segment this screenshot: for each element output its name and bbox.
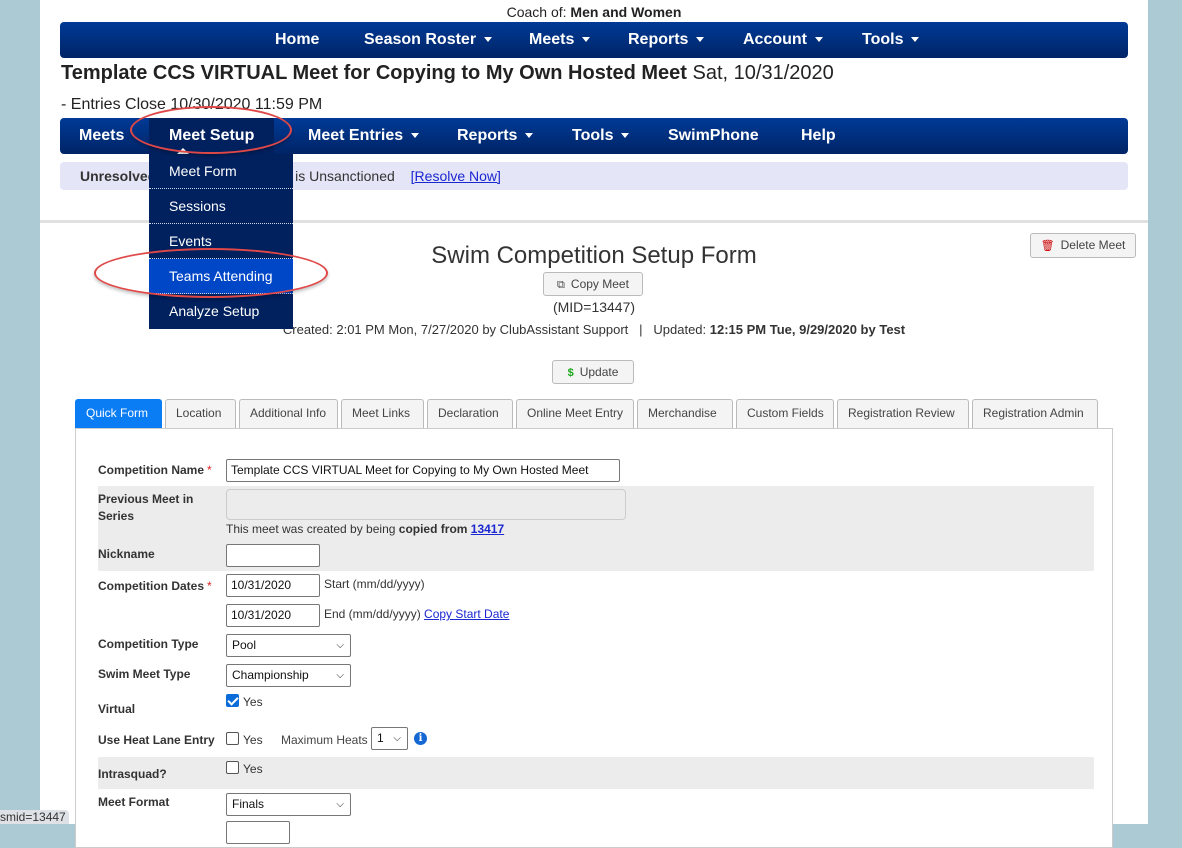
meet-nav-swimphone[interactable]: SwimPhone: [668, 118, 759, 154]
copy-meet-button[interactable]: ⧉ Copy Meet: [543, 272, 643, 296]
page-container: Coach of: Men and Women Home Season Rost…: [40, 0, 1148, 848]
caret-down-icon: [911, 37, 920, 43]
menu-item-meet-form[interactable]: Meet Form: [149, 154, 293, 189]
swim-meet-type-label: Swim Meet Type: [98, 667, 191, 681]
caret-down-icon: [815, 37, 823, 43]
row-intrasquad: Intrasquad? Yes: [98, 757, 1094, 789]
nav-meets[interactable]: Meets: [529, 22, 591, 58]
money-icon: $: [567, 367, 574, 379]
tab-declaration[interactable]: Declaration: [427, 399, 513, 428]
annotation-ellipse-meet-setup: [130, 106, 292, 154]
start-date-hint: Start (mm/dd/yyyy): [324, 577, 425, 591]
start-date-input[interactable]: 10/31/2020: [226, 574, 320, 597]
meet-nav-reports[interactable]: Reports: [457, 118, 534, 154]
tab-meet-links[interactable]: Meet Links: [341, 399, 424, 428]
status-bar-url: smid=13447: [0, 810, 69, 824]
chevron-down-icon: ⌵: [336, 640, 344, 651]
tab-merchandise[interactable]: Merchandise: [637, 399, 733, 428]
copied-from-link[interactable]: 13417: [471, 522, 504, 536]
tab-registration-review[interactable]: Registration Review: [837, 399, 969, 428]
caret-down-icon: [621, 133, 630, 139]
nickname-label: Nickname: [98, 547, 155, 561]
intrasquad-yes-label: Yes: [243, 762, 263, 776]
previous-meet-input[interactable]: [226, 489, 626, 520]
competition-name-input[interactable]: Template CCS VIRTUAL Meet for Copying to…: [226, 459, 620, 482]
row-swim-meet-type: Swim Meet Type Championship ⌵: [98, 663, 1094, 691]
quick-form-panel: Competition Name * Template CCS VIRTUAL M…: [75, 428, 1113, 848]
copy-icon: ⧉: [557, 279, 565, 291]
heat-lane-yes-label: Yes: [243, 733, 263, 747]
virtual-label: Virtual: [98, 702, 136, 716]
row-competition-type: Competition Type Pool ⌵: [98, 633, 1094, 661]
previous-meet-label: Previous Meet in Series: [98, 492, 194, 523]
row-virtual: Virtual Yes: [98, 693, 1094, 723]
maximum-heats-label: Maximum Heats: [281, 733, 368, 747]
end-date-hint: End (mm/dd/yyyy) Copy Start Date: [324, 607, 510, 621]
resolve-now-link[interactable]: [Resolve Now]: [411, 168, 501, 184]
chevron-down-icon: ⌵: [336, 670, 344, 681]
top-navbar: Home Season Roster Meets Reports Account…: [60, 22, 1128, 58]
end-date-input[interactable]: 10/31/2020: [226, 604, 320, 627]
caret-down-icon: [582, 37, 591, 43]
coach-of-value: Men and Women: [570, 4, 682, 20]
chevron-down-icon: ⌵: [336, 799, 344, 810]
tab-location[interactable]: Location: [165, 399, 236, 428]
update-button[interactable]: $ Update: [552, 360, 634, 384]
annotation-ellipse-teams-attending: [94, 248, 328, 298]
nav-reports[interactable]: Reports: [628, 22, 705, 58]
caret-down-icon: [411, 133, 420, 139]
nav-tools[interactable]: Tools: [862, 22, 920, 58]
tab-additional-info[interactable]: Additional Info: [239, 399, 338, 428]
nav-account[interactable]: Account: [743, 22, 823, 58]
caret-down-icon: [696, 37, 705, 43]
swim-meet-type-select[interactable]: Championship ⌵: [226, 664, 351, 687]
caret-down-icon: [484, 37, 493, 43]
tab-registration-admin[interactable]: Registration Admin: [972, 399, 1098, 428]
menu-item-sessions[interactable]: Sessions: [149, 189, 293, 224]
row-competition-dates: Competition Dates * 10/31/2020 Start (mm/…: [98, 571, 1094, 631]
meet-format-label: Meet Format: [98, 795, 170, 809]
nav-home[interactable]: Home: [275, 22, 319, 58]
meet-nav-meets[interactable]: Meets: [79, 118, 124, 154]
meet-nav-meet-entries[interactable]: Meet Entries: [308, 118, 420, 154]
copy-start-date-link[interactable]: Copy Start Date: [424, 607, 509, 621]
tab-online-meet-entry[interactable]: Online Meet Entry: [516, 399, 634, 428]
intrasquad-checkbox[interactable]: [226, 761, 239, 774]
maximum-heats-select[interactable]: 1 ⌵: [371, 727, 408, 750]
menu-item-analyze-setup[interactable]: Analyze Setup: [149, 294, 293, 329]
meet-date: Sat, 10/31/2020: [692, 62, 834, 84]
virtual-checkbox[interactable]: [226, 694, 239, 707]
tab-quick-form[interactable]: Quick Form: [75, 399, 162, 428]
next-field-input[interactable]: [226, 821, 290, 844]
heat-lane-entry-label: Use Heat Lane Entry: [98, 733, 215, 747]
nickname-input[interactable]: [226, 544, 320, 567]
nav-season-roster[interactable]: Season Roster: [364, 22, 493, 58]
meet-nav-help[interactable]: Help: [801, 118, 836, 154]
competition-name-label: Competition Name *: [98, 463, 212, 477]
meet-title: Template CCS VIRTUAL Meet for Copying to…: [61, 62, 834, 84]
virtual-yes-label: Yes: [243, 695, 263, 709]
row-nickname: Nickname: [98, 541, 1094, 571]
competition-type-select[interactable]: Pool ⌵: [226, 634, 351, 657]
row-meet-format: Meet Format Finals ⌵: [98, 791, 1094, 844]
caret-down-icon: [525, 133, 534, 139]
copied-from-note: This meet was created by being copied fr…: [226, 522, 505, 536]
alert-label: Unresolved: [80, 168, 157, 184]
meet-format-select[interactable]: Finals ⌵: [226, 793, 351, 816]
meet-nav-tools[interactable]: Tools: [572, 118, 630, 154]
row-heat-lane-entry: Use Heat Lane Entry Yes Maximum Heats 1 ⌵…: [98, 725, 1094, 755]
row-previous-meet: Previous Meet in Series This meet was cre…: [98, 486, 1094, 541]
coach-of: Coach of: Men and Women: [506, 4, 682, 20]
intrasquad-label: Intrasquad?: [98, 767, 167, 781]
chevron-down-icon: ⌵: [393, 733, 401, 744]
meet-setup-dropdown: Meet Form Sessions Events Teams Attendin…: [149, 148, 293, 329]
info-icon[interactable]: i: [414, 732, 427, 745]
tab-custom-fields[interactable]: Custom Fields: [736, 399, 834, 428]
competition-dates-label: Competition Dates *: [98, 579, 212, 593]
heat-lane-entry-checkbox[interactable]: [226, 732, 239, 745]
row-competition-name: Competition Name * Template CCS VIRTUAL M…: [98, 457, 1094, 483]
competition-type-label: Competition Type: [98, 637, 199, 651]
